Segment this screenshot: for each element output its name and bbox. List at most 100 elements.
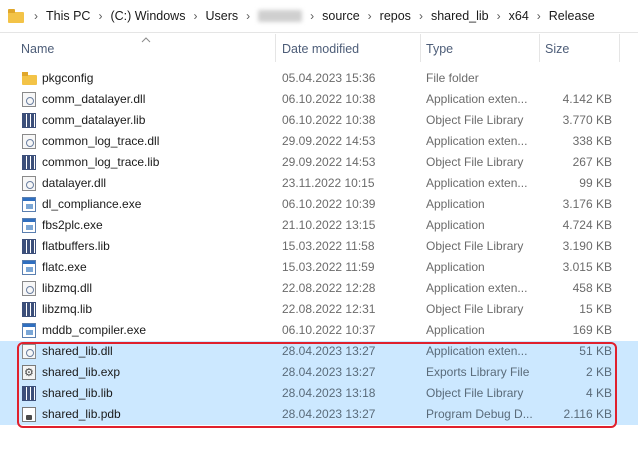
file-row[interactable]: common_log_trace.dll 29.09.2022 14:53 Appl… (0, 131, 638, 152)
breadcrumb-separator: › (496, 9, 501, 23)
file-date-modified: 06.10.2022 10:39 (282, 197, 376, 211)
breadcrumb-this-pc[interactable]: This PC (46, 9, 90, 23)
file-row[interactable]: shared_lib.pdb 28.04.2023 13:27 Program De… (0, 404, 638, 425)
file-date-modified: 29.09.2022 14:53 (282, 134, 376, 148)
breadcrumb-x64[interactable]: x64 (509, 9, 529, 23)
breadcrumb-separator: › (98, 9, 103, 23)
breadcrumb-source[interactable]: source (322, 9, 360, 23)
file-size: 3.770 KB (562, 113, 612, 127)
file-name: mddb_compiler.exe (42, 323, 147, 337)
dll-file-icon (22, 176, 36, 191)
file-type: Application (426, 197, 485, 211)
breadcrumb-separator: › (246, 9, 251, 23)
file-size: 4 KB (585, 386, 612, 400)
file-type: Application exten... (426, 134, 528, 148)
file-type: Application exten... (426, 92, 528, 106)
folder-icon (22, 71, 37, 86)
file-date-modified: 06.10.2022 10:38 (282, 113, 376, 127)
lib-file-icon (22, 113, 36, 128)
file-row[interactable]: flatc.exe 15.03.2022 11:59 Application 3.01… (0, 257, 638, 278)
file-row[interactable]: shared_lib.dll 28.04.2023 13:27 Applicatio… (0, 341, 638, 362)
file-date-modified: 22.08.2022 12:28 (282, 281, 376, 295)
breadcrumb-repos[interactable]: repos (380, 9, 411, 23)
column-divider[interactable] (619, 34, 620, 62)
breadcrumb-release[interactable]: Release (549, 9, 595, 23)
file-type: Application (426, 218, 485, 232)
file-date-modified: 15.03.2022 11:59 (282, 260, 375, 274)
file-date-modified: 05.04.2023 15:36 (282, 71, 376, 85)
file-row[interactable]: common_log_trace.lib 29.09.2022 14:53 Obje… (0, 152, 638, 173)
file-size: 169 KB (572, 323, 612, 337)
file-type: Object File Library (426, 113, 524, 127)
file-name: comm_datalayer.dll (42, 92, 146, 106)
file-name: shared_lib.dll (42, 344, 113, 358)
file-date-modified: 28.04.2023 13:27 (282, 365, 376, 379)
exe-file-icon (22, 260, 36, 275)
column-divider[interactable] (275, 34, 276, 62)
file-date-modified: 22.08.2022 12:31 (282, 302, 376, 316)
file-row[interactable]: libzmq.dll 22.08.2022 12:28 Application ex… (0, 278, 638, 299)
breadcrumb-separator: › (193, 9, 198, 23)
file-name: flatbuffers.lib (42, 239, 110, 253)
column-divider[interactable] (539, 34, 540, 62)
file-row[interactable]: dl_compliance.exe 06.10.2022 10:39 Applica… (0, 194, 638, 215)
breadcrumb-shared-lib[interactable]: shared_lib (431, 9, 489, 23)
file-row[interactable]: fbs2plc.exe 21.10.2022 13:15 Application 4.… (0, 215, 638, 236)
file-row[interactable]: flatbuffers.lib 15.03.2022 11:58 Object Fi… (0, 236, 638, 257)
file-type: Application exten... (426, 281, 528, 295)
file-size: 458 KB (572, 281, 612, 295)
column-header-date-modified[interactable]: Date modified (282, 42, 359, 56)
file-row[interactable]: datalayer.dll 23.11.2022 10:15 Application… (0, 173, 638, 194)
file-name: shared_lib.exp (42, 365, 121, 379)
column-header-size[interactable]: Size (545, 42, 569, 56)
dll-file-icon (22, 344, 36, 359)
file-row[interactable]: libzmq.lib 22.08.2022 12:31 Object File Li… (0, 299, 638, 320)
file-type: Application (426, 323, 485, 337)
file-name: shared_lib.lib (42, 386, 113, 400)
file-date-modified: 28.04.2023 13:27 (282, 344, 376, 358)
pdb-file-icon (22, 407, 36, 422)
file-name: fbs2plc.exe (42, 218, 103, 232)
column-header-name[interactable]: Name (21, 42, 54, 56)
breadcrumb-separator: › (310, 9, 315, 23)
file-type: Program Debug D... (426, 407, 532, 421)
column-header-row: Name Date modified Type Size (0, 34, 638, 64)
file-date-modified: 29.09.2022 14:53 (282, 155, 376, 169)
lib-file-icon (22, 239, 36, 254)
lib-file-icon (22, 155, 36, 170)
breadcrumb-separator: › (367, 9, 372, 23)
breadcrumb-drive[interactable]: (C:) Windows (110, 9, 185, 23)
file-date-modified: 28.04.2023 13:27 (282, 407, 376, 421)
file-row[interactable]: comm_datalayer.dll 06.10.2022 10:38 Applic… (0, 89, 638, 110)
breadcrumb-users[interactable]: Users (205, 9, 238, 23)
breadcrumb-username-redacted[interactable] (258, 10, 303, 22)
column-divider[interactable] (420, 34, 421, 62)
exe-file-icon (22, 197, 36, 212)
file-row[interactable]: comm_datalayer.lib 06.10.2022 10:38 Object… (0, 110, 638, 131)
file-name: common_log_trace.dll (42, 134, 160, 148)
file-size: 15 KB (579, 302, 612, 316)
file-size: 99 KB (579, 176, 612, 190)
file-row[interactable]: pkgconfig 05.04.2023 15:36 File folder (0, 68, 638, 89)
exe-file-icon (22, 323, 36, 338)
file-type: Application (426, 260, 485, 274)
file-row[interactable]: shared_lib.exp 28.04.2023 13:27 Exports Li… (0, 362, 638, 384)
exe-file-icon (22, 218, 36, 233)
file-row[interactable]: shared_lib.lib 28.04.2023 13:18 Object Fil… (0, 383, 638, 404)
dll-file-icon (22, 92, 36, 107)
file-date-modified: 21.10.2022 13:15 (282, 218, 376, 232)
exp-file-icon (22, 363, 36, 384)
file-size: 3.015 KB (562, 260, 612, 274)
file-size: 2 KB (585, 365, 612, 379)
file-name: flatc.exe (42, 260, 87, 274)
file-type: Object File Library (426, 239, 524, 253)
file-row[interactable]: mddb_compiler.exe 06.10.2022 10:37 Applica… (0, 320, 638, 341)
column-header-type[interactable]: Type (426, 42, 453, 56)
file-size: 51 KB (579, 344, 612, 358)
file-type: Object File Library (426, 155, 524, 169)
file-name: dl_compliance.exe (42, 197, 142, 211)
address-bar[interactable]: › This PC › (C:) Windows › Users › › sou… (0, 0, 638, 33)
lib-file-icon (22, 386, 36, 401)
folder-icon (8, 9, 26, 23)
file-size: 4.724 KB (562, 218, 612, 232)
